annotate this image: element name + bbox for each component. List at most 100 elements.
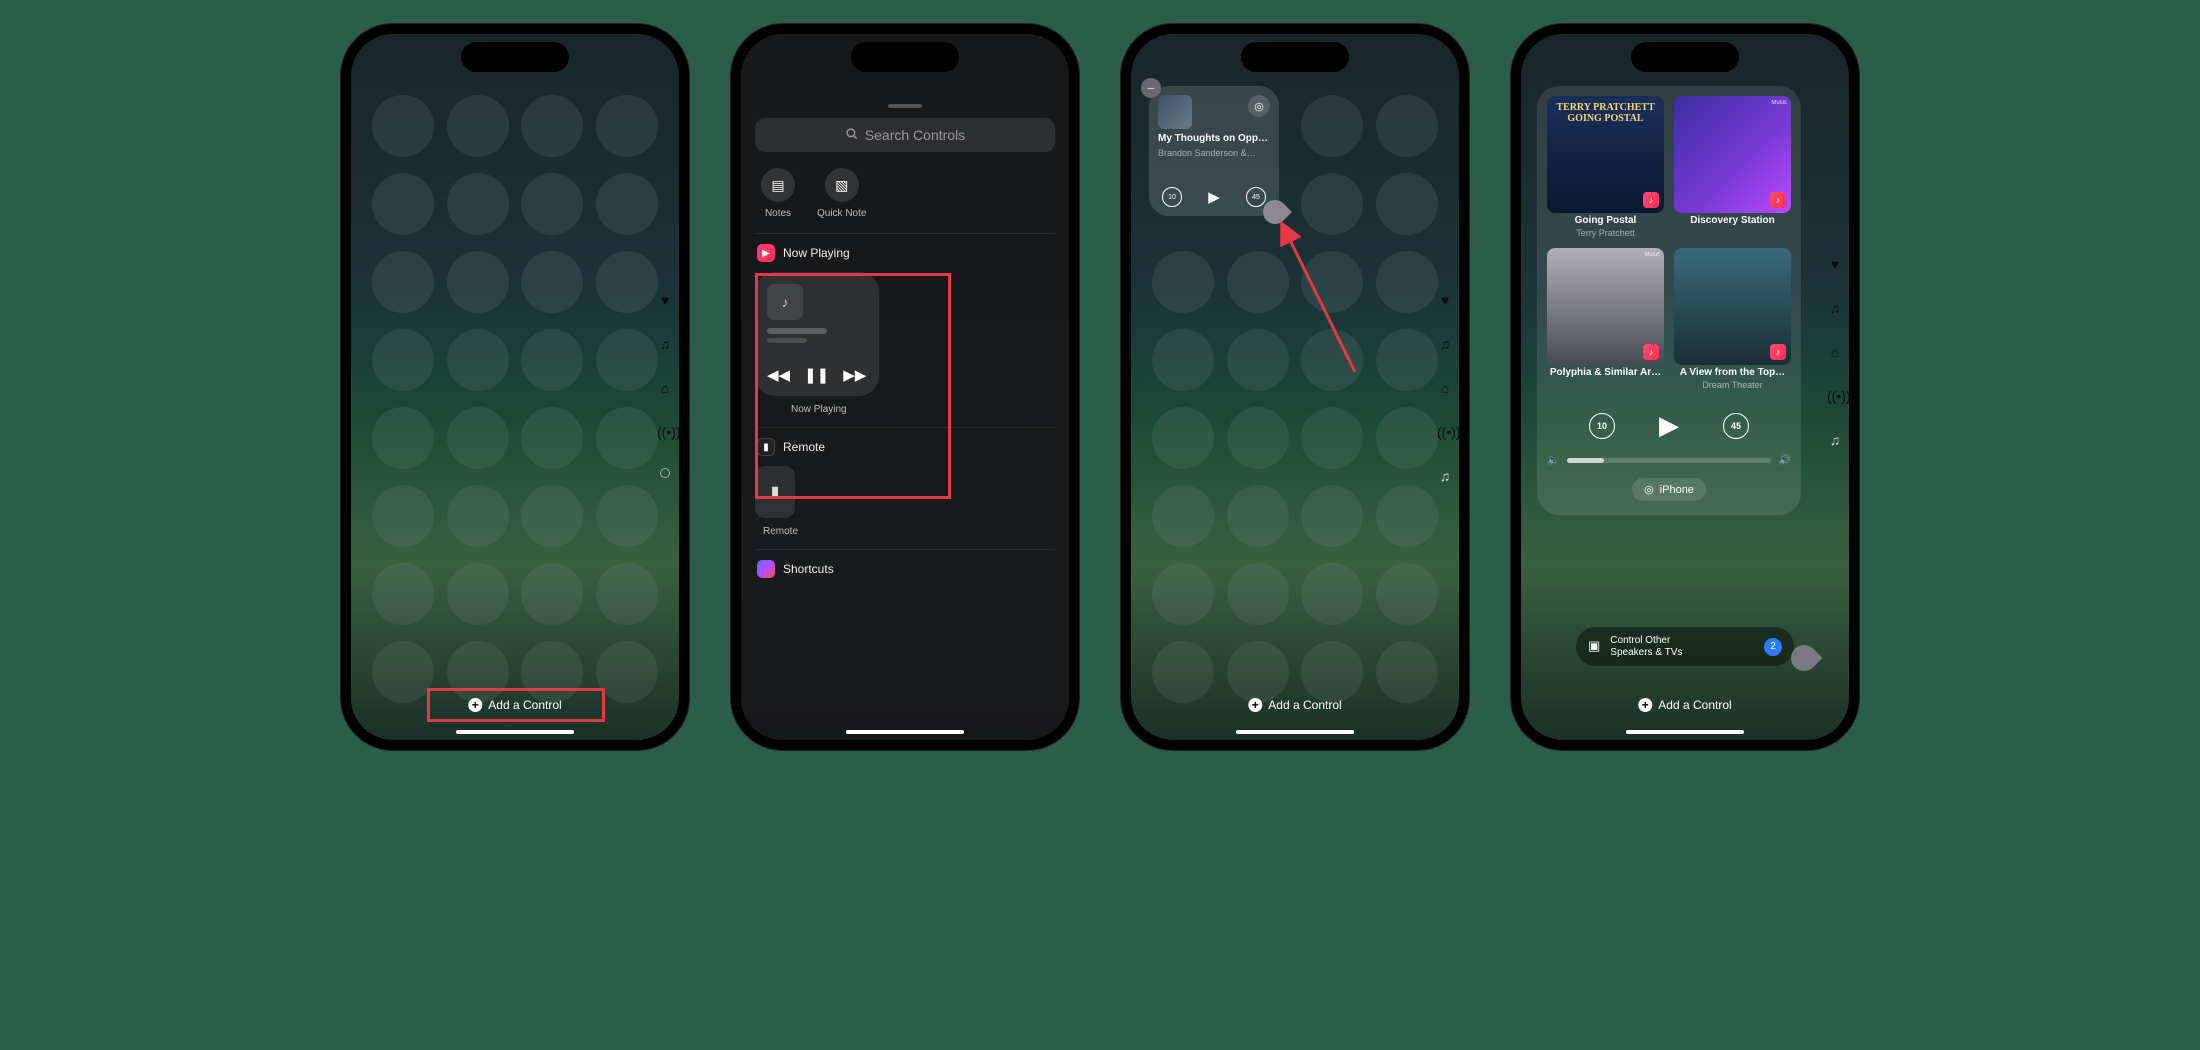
play-button[interactable]: ▶ [1659,410,1679,441]
now-playing-widget-small[interactable]: ◎ My Thoughts on Opp… Brandon Sanderson … [1149,86,1279,216]
add-control-button[interactable]: + Add a Control [1248,698,1341,712]
suggestion-notes[interactable]: ▤ Notes [761,168,795,219]
empty-slot[interactable] [447,329,509,391]
empty-slot[interactable] [596,563,658,625]
empty-slot[interactable] [1152,563,1214,625]
music-note-icon[interactable]: ♫ [1437,336,1453,352]
empty-slot[interactable] [447,173,509,235]
empty-slot[interactable] [521,329,583,391]
home-icon[interactable]: ⌂ [1827,344,1843,360]
volume-slider[interactable]: 🔈 🔊 [1547,455,1791,466]
antenna-icon[interactable]: ((•)) [1827,388,1843,404]
empty-slot[interactable] [521,563,583,625]
music-note-icon[interactable]: ♫ [1827,432,1843,448]
empty-slot[interactable] [1152,251,1214,313]
skip-forward-45-button[interactable]: 45 [1723,413,1749,439]
empty-slot[interactable] [372,641,434,703]
empty-slot[interactable] [372,485,434,547]
empty-slot[interactable] [372,563,434,625]
empty-slot[interactable] [372,251,434,313]
empty-slot[interactable] [447,485,509,547]
empty-slot[interactable] [1152,329,1214,391]
empty-slot[interactable] [1227,407,1289,469]
heart-icon[interactable]: ♥ [657,292,673,308]
notes-icon: ▤ [761,168,795,202]
empty-slot[interactable] [447,407,509,469]
home-indicator[interactable] [1626,730,1744,734]
home-indicator[interactable] [1236,730,1354,734]
empty-slot[interactable] [447,95,509,157]
airplay-device-pill[interactable]: ◎ iPhone [1632,478,1706,501]
empty-slot[interactable] [596,407,658,469]
empty-slot[interactable] [372,173,434,235]
album-polyphia[interactable]: Music♪ Polyphia & Similar Ar… [1547,248,1664,390]
empty-slot[interactable] [1376,563,1438,625]
album-art [1158,95,1192,129]
antenna-icon[interactable]: ((•)) [657,424,673,440]
album-going-postal[interactable]: ♪ Going Postal Terry Pratchett [1547,96,1664,238]
empty-slot[interactable] [521,407,583,469]
empty-slot[interactable] [1376,407,1438,469]
empty-slot[interactable] [1301,485,1363,547]
add-control-button[interactable]: + Add a Control [1638,698,1731,712]
empty-slot[interactable] [1376,173,1438,235]
home-icon[interactable]: ⌂ [657,380,673,396]
empty-slot[interactable] [1301,407,1363,469]
album-discovery-station[interactable]: Music♪ Discovery Station [1674,96,1791,238]
skip-back-10-button[interactable]: 10 [1162,187,1182,207]
empty-slot[interactable] [372,407,434,469]
play-icon[interactable]: ▶ [1208,188,1220,206]
music-note-icon[interactable]: ♫ [657,336,673,352]
empty-slot[interactable] [1301,95,1363,157]
now-playing-widget-large[interactable]: ♪ Going Postal Terry Pratchett Music♪ Di… [1537,86,1801,515]
search-controls-input[interactable]: Search Controls [755,118,1055,152]
empty-slot[interactable] [596,329,658,391]
empty-slot[interactable] [1301,641,1363,703]
empty-slot[interactable] [1376,485,1438,547]
empty-slot[interactable] [596,485,658,547]
album-view-from-top[interactable]: ♪ A View from the Top… Dream Theater [1674,248,1791,390]
empty-slot[interactable] [521,173,583,235]
skip-forward-45-button[interactable]: 45 [1246,187,1266,207]
empty-slot[interactable] [596,641,658,703]
home-indicator[interactable] [846,730,964,734]
remove-widget-button[interactable]: − [1141,78,1161,98]
empty-slot[interactable] [1227,563,1289,625]
suggestion-quick-note[interactable]: ▧ Quick Note [817,168,866,219]
empty-slot[interactable] [1227,485,1289,547]
music-note-icon[interactable]: ♫ [1437,468,1453,484]
empty-slot[interactable] [596,95,658,157]
empty-slot[interactable] [596,173,658,235]
heart-icon[interactable]: ♥ [1437,292,1453,308]
empty-slot[interactable] [447,563,509,625]
empty-slot[interactable] [521,485,583,547]
phone-2: Search Controls ▤ Notes ▧ Quick Note ▶ N… [731,24,1079,750]
empty-slot[interactable] [1152,485,1214,547]
empty-slot[interactable] [1152,641,1214,703]
heart-icon[interactable]: ♥ [1827,256,1843,272]
empty-slot[interactable] [521,95,583,157]
empty-slot[interactable] [1227,641,1289,703]
album-title: A View from the Top… [1674,367,1791,378]
empty-slot[interactable] [1376,641,1438,703]
phone-3: − ◎ My Thoughts on Opp… Brandon Sanderso… [1121,24,1469,750]
empty-slot[interactable] [1376,251,1438,313]
empty-slot[interactable] [372,329,434,391]
empty-slot[interactable] [1376,95,1438,157]
volume-track[interactable] [1567,458,1770,463]
home-icon[interactable]: ⌂ [1437,380,1453,396]
empty-slot[interactable] [1301,563,1363,625]
music-note-icon[interactable]: ♫ [1827,300,1843,316]
control-other-speakers-pill[interactable]: ▣ Control OtherSpeakers & TVs 2 [1576,627,1794,666]
home-indicator[interactable] [456,730,574,734]
empty-slot[interactable] [447,251,509,313]
sheet-grabber[interactable] [888,104,922,108]
skip-back-10-button[interactable]: 10 [1589,413,1615,439]
airplay-icon[interactable]: ◎ [1248,95,1270,117]
empty-slot[interactable] [372,95,434,157]
empty-slot[interactable] [596,251,658,313]
empty-slot[interactable] [521,251,583,313]
antenna-icon[interactable]: ((•)) [1437,424,1453,440]
empty-slot[interactable] [1152,407,1214,469]
empty-slot[interactable] [1376,329,1438,391]
